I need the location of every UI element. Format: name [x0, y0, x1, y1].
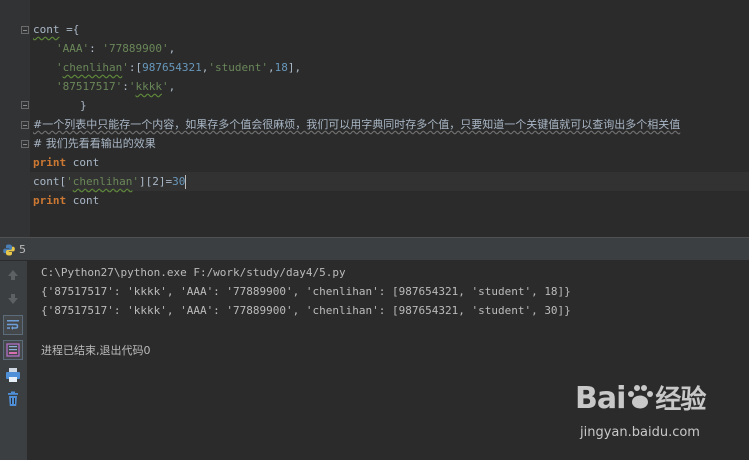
code-line-3: 'chenlihan':[987654321,'student',18],	[56, 61, 302, 74]
code-line-10: print cont	[33, 194, 100, 207]
code-line-7: # 我们先看看输出的效果	[33, 137, 156, 150]
scroll-to-end-icon	[6, 343, 20, 357]
code-line-5: }	[80, 99, 87, 112]
fold-close-icon[interactable]	[21, 140, 29, 148]
paw-icon	[628, 385, 654, 409]
text-caret	[185, 175, 187, 189]
fold-open-icon[interactable]	[21, 121, 29, 129]
clear-all-button[interactable]	[3, 389, 23, 409]
arrow-down-icon	[8, 294, 18, 304]
arrow-up-icon	[8, 270, 18, 280]
run-tab-label[interactable]: 5	[19, 243, 26, 256]
console-command-line: C:\Python27\python.exe F:/work/study/day…	[41, 266, 346, 279]
scroll-up-button[interactable]	[3, 265, 23, 285]
code-editor[interactable]: cont ={ 'AAA': '77889900', 'chenlihan':[…	[0, 0, 749, 237]
printer-icon	[6, 368, 20, 382]
code-line-2: 'AAA': '77889900',	[56, 42, 176, 55]
print-button[interactable]	[3, 365, 23, 385]
code-line-4: '87517517':'kkkk',	[56, 80, 176, 93]
fold-close-icon[interactable]	[21, 101, 29, 109]
watermark-url: jingyan.baidu.com	[580, 425, 700, 440]
fold-open-icon[interactable]	[21, 26, 29, 34]
baidu-jingyan-watermark: Bai 经验 jingyan.baidu.com	[575, 379, 745, 449]
trash-icon	[8, 391, 18, 406]
run-toolbar	[0, 261, 28, 460]
code-line-8: print cont	[33, 156, 100, 169]
soft-wrap-button[interactable]	[3, 315, 23, 335]
python-icon	[3, 244, 15, 256]
code-line-6: #一个列表中只能存一个内容，如果存多个值会很麻烦，我们可以用字典同时存多个值，只…	[33, 118, 681, 131]
console-exit-message: 进程已结束,退出代码0	[41, 344, 151, 357]
code-line-1: cont ={	[33, 23, 80, 36]
watermark-logo: Bai 经验	[575, 381, 706, 416]
scroll-to-end-button[interactable]	[3, 340, 23, 360]
editor-gutter	[0, 0, 30, 237]
console-output-line: {'87517517': 'kkkk', 'AAA': '77889900', …	[41, 285, 571, 298]
scroll-down-button[interactable]	[3, 289, 23, 309]
console-output-line: {'87517517': 'kkkk', 'AAA': '77889900', …	[41, 304, 571, 317]
code-line-9: cont['chenlihan'][2]=30	[30, 172, 749, 191]
run-tab-bar: 5	[0, 240, 749, 261]
soft-wrap-icon	[7, 320, 19, 330]
